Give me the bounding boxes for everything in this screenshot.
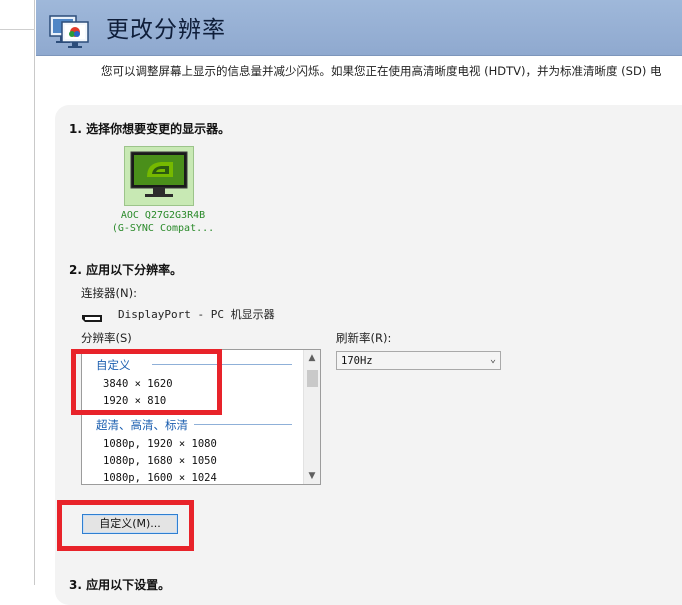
- refresh-rate-select[interactable]: 170Hz ⌄: [336, 351, 501, 370]
- resolution-label: 分辨率(S): [81, 331, 132, 345]
- section-heading-apply-resolution: 2. 应用以下分辨率。: [69, 263, 183, 277]
- connector-label: 连接器(N):: [81, 286, 137, 300]
- page-description: 您可以调整屏幕上显示的信息量并减少闪烁。如果您正在使用高清晰度电视 (HDTV)…: [101, 64, 662, 78]
- refresh-rate-value: 170Hz: [341, 355, 373, 367]
- section-heading-select-display: 1. 选择你想要变更的显示器。: [69, 122, 231, 136]
- resolution-item[interactable]: 1080p, 1680 × 1050: [103, 455, 217, 467]
- resolution-item[interactable]: 1080p, 1600 × 1024: [103, 472, 217, 484]
- monitor-model: AOC Q27G2G3R4B: [120, 210, 206, 221]
- scroll-down-icon[interactable]: ▼: [307, 471, 317, 481]
- nvidia-monitor-icon: [130, 151, 188, 197]
- refresh-rate-label: 刷新率(R):: [336, 331, 392, 345]
- group-header-hd: 超清、高清、标清: [96, 417, 192, 433]
- page-title: 更改分辨率: [106, 17, 226, 43]
- group-divider: [194, 424, 292, 425]
- scroll-thumb[interactable]: [307, 370, 318, 387]
- scroll-up-icon[interactable]: ▲: [307, 353, 317, 363]
- resolution-item[interactable]: 1080p, 1920 × 1080: [103, 438, 217, 450]
- resolution-list-scrollbar[interactable]: ▲ ▼: [303, 350, 320, 484]
- displayport-icon: [81, 308, 103, 322]
- left-navigation-pane: [0, 0, 35, 585]
- chevron-down-icon: ⌄: [489, 354, 496, 365]
- monitor-tile[interactable]: [124, 146, 194, 206]
- page-header: 更改分辨率: [36, 0, 682, 56]
- monitor-name[interactable]: AOC Q27G2G3R4B (G-SYNC Compat...: [108, 209, 218, 235]
- connector-value: DisplayPort - PC 机显示器: [118, 308, 275, 321]
- highlight-box-custom-resolutions: [71, 349, 222, 415]
- highlight-box-custom-button: [57, 500, 194, 551]
- display-settings-icon: [48, 12, 96, 52]
- monitor-type: (G-SYNC Compat...: [111, 223, 215, 234]
